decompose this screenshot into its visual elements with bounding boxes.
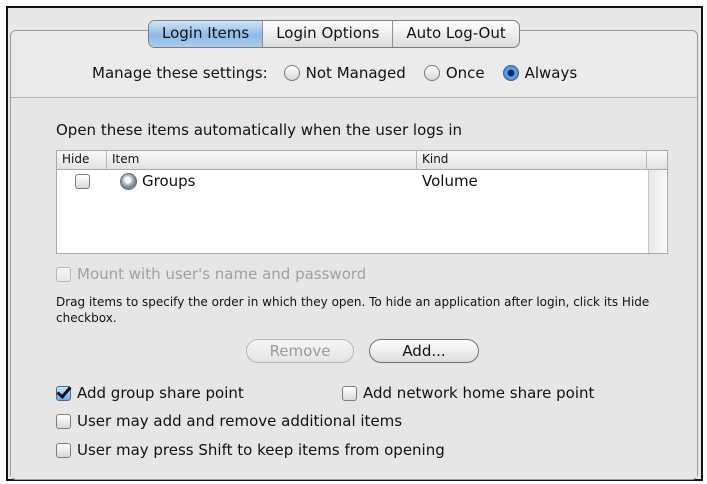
network-home-label: Add network home share point	[363, 384, 595, 402]
table-header: Hide Item Kind	[57, 151, 667, 170]
hide-checkbox[interactable]	[74, 173, 90, 189]
option-user-add-remove[interactable]: User may add and remove additional items	[56, 412, 402, 430]
option-network-home[interactable]: Add network home share point	[342, 384, 594, 402]
group-share-checkbox[interactable]	[56, 385, 71, 401]
tab-auto-log-out[interactable]: Auto Log-Out	[392, 21, 518, 47]
radio-once-label: Once	[445, 64, 485, 82]
column-header-item[interactable]: Item	[107, 151, 417, 169]
mount-label: Mount with user's name and password	[77, 265, 367, 283]
item-cell: Groups	[107, 172, 417, 190]
mount-checkbox[interactable]	[56, 266, 71, 282]
tab-login-options[interactable]: Login Options	[262, 21, 392, 47]
radio-button-selected-icon[interactable]	[502, 65, 519, 81]
remove-button[interactable]: Remove	[246, 339, 354, 363]
mount-option: Mount with user's name and password	[56, 265, 366, 283]
network-home-checkbox[interactable]	[342, 385, 357, 401]
shift-keep-checkbox[interactable]	[56, 442, 71, 458]
item-name: Groups	[142, 172, 196, 190]
tab-bar: Login Items Login Options Auto Log-Out	[148, 20, 520, 48]
kind-cell: Volume	[422, 172, 478, 190]
option-shift-keep[interactable]: User may press Shift to keep items from …	[56, 441, 445, 459]
radio-not-managed[interactable]: Not Managed	[283, 64, 406, 82]
radio-button-icon[interactable]	[283, 65, 300, 81]
radio-button-icon[interactable]	[423, 65, 440, 81]
help-text: Drag items to specify the order in which…	[56, 295, 650, 325]
user-add-remove-label: User may add and remove additional items	[77, 412, 403, 430]
add-button[interactable]: Add...	[369, 339, 479, 363]
table-row[interactable]: Groups Volume	[57, 170, 667, 192]
login-items-table: Hide Item Kind Groups Volume	[56, 150, 668, 254]
group-share-label: Add group share point	[77, 384, 244, 402]
login-items-heading: Open these items automatically when the …	[56, 121, 463, 139]
volume-icon	[120, 172, 137, 190]
shift-keep-label: User may press Shift to keep items from …	[77, 441, 445, 459]
user-add-remove-checkbox[interactable]	[56, 413, 71, 429]
option-group-share[interactable]: Add group share point	[56, 384, 244, 402]
radio-once[interactable]: Once	[423, 64, 485, 82]
manage-settings-label: Manage these settings:	[92, 64, 268, 82]
hide-cell	[57, 173, 107, 189]
radio-always-label: Always	[524, 64, 578, 82]
manage-settings-row: Manage these settings: Not Managed Once …	[92, 64, 595, 82]
radio-always[interactable]: Always	[502, 64, 578, 82]
column-header-kind[interactable]: Kind	[417, 151, 647, 169]
column-header-corner	[647, 151, 667, 169]
vertical-scrollbar[interactable]	[648, 170, 667, 253]
column-header-hide[interactable]: Hide	[57, 151, 107, 169]
radio-not-managed-label: Not Managed	[305, 64, 406, 82]
tab-login-items[interactable]: Login Items	[149, 21, 263, 47]
